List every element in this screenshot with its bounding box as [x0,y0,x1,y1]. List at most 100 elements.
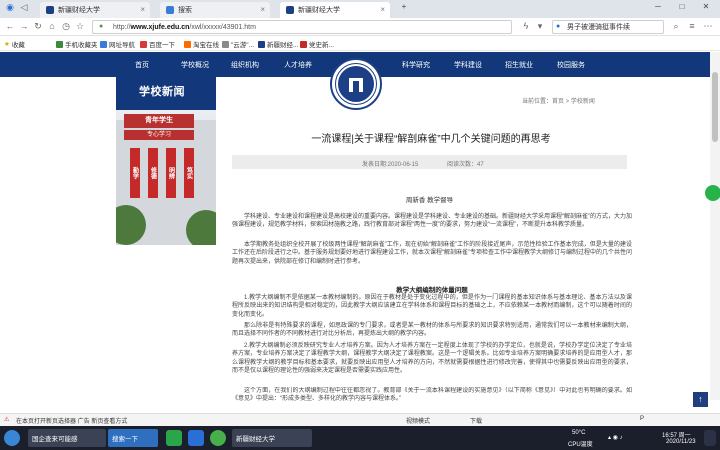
reload-icon[interactable]: ↻ [32,21,44,32]
minimize-button[interactable]: ─ [650,2,666,11]
video-mode-button[interactable]: 视频模式 [406,416,430,425]
search-input[interactable]: ● 男子被漫骑挺事件续 [552,20,664,34]
article-title: 一流课程|关于课程“解剖麻雀”中几个关键问题的再思考 [311,134,551,145]
taskbar-window-label: 国企查来可能感 [32,436,78,443]
bookmark-label: 新疆财经... [267,42,299,49]
photo-banner-vertical: 明辨 [166,148,176,198]
maximize-button[interactable]: □ [674,2,690,11]
photo-banner-vertical: 勤学 [130,148,140,198]
tab-label: 新疆财经大学 [58,7,100,14]
browser-icon[interactable] [188,430,204,446]
page-icon [300,40,307,48]
lightning-icon[interactable]: ϟ [520,21,532,31]
photo-banner-sub: 专心学习 [124,130,194,140]
home-icon[interactable]: ⌂ [46,21,58,31]
zoom-indicator[interactable]: P [640,416,644,422]
menu-icon[interactable]: ≡ [686,21,698,31]
bookmark-label: 手机收藏夹 [65,42,98,49]
bookmark-yunyou[interactable]: "云游"... [222,39,254,49]
publish-date: 发表日期:2020-06-15 [362,162,419,168]
taskbar-window-1[interactable]: 国企查来可能感 [28,429,106,447]
forward-icon[interactable]: → [18,21,30,31]
tab-xjufe-active[interactable]: 新疆财经大学 × [280,2,390,18]
nav-home[interactable]: 首页 [135,60,149,70]
tab-close-icon[interactable]: × [380,5,385,14]
status-ad-text[interactable]: 在本页打开新页选择器 广告 新页查看方式 [16,416,127,425]
nav-campus-services[interactable]: 校园服务 [557,60,585,70]
address-bar-row: ← → ↻ ⌂ ◷ ☆ ● http://www.xjufe.edu.cn/xw… [0,18,720,36]
tab-close-icon[interactable]: × [260,5,265,14]
tab-label: 新疆财经大学 [298,7,340,14]
folder-icon [56,40,63,48]
bookmark-taobao[interactable]: 淘宝在线 [184,39,219,49]
history-icon[interactable]: ◷ [60,21,72,32]
nav-research[interactable]: 科学研究 [402,60,430,70]
bookmark-mobile[interactable]: 手机收藏夹 [56,39,98,49]
bookmark-nav[interactable]: 网址导航 [100,39,135,49]
download-button[interactable]: 下载 [470,416,482,425]
article-subheading: 教学大纲编制的体量问题 [396,287,468,294]
tab-close-icon[interactable]: × [140,5,145,14]
article-paragraph: 这个方面，在我们的大纲编制过程中往往都忽视了。教育部《关于一流本科课程建设的实施… [232,388,632,403]
browser-logo-icon[interactable]: ◉ [4,2,16,13]
url-input[interactable]: ● http://www.xjufe.edu.cn/xwl/xxxxx/4390… [92,20,512,34]
article-paragraph: 2.教学大纲编制必须反映研究专业人才培养方案。因为人才培养方案在一定程度上体现了… [232,343,632,375]
close-window-button[interactable]: ✕ [698,2,714,11]
wechat-icon[interactable] [210,430,226,446]
nav-about[interactable]: 学校概况 [181,60,209,70]
tab-search[interactable]: 搜索 × [160,2,270,18]
back-page-icon[interactable]: ◁ [18,2,30,13]
nav-disciplines[interactable]: 学科建设 [454,60,482,70]
bookmark-label: 党史新... [309,42,334,49]
windows-taskbar: 国企查来可能感 搜索一下 新疆财经大学 50°C CPU温度 ▴ ◉ ♪ 16:… [0,426,720,450]
bookmark-label: 淘宝在线 [193,42,219,49]
nav-education[interactable]: 人才培养 [284,60,312,70]
tab-label: 搜索 [178,7,192,14]
app-icon[interactable] [166,430,182,446]
browser-tab-bar: ◉ ◁ 新疆财经大学 × 搜索 × 新疆财经大学 × + ─ □ ✕ [0,0,720,18]
nav-admissions[interactable]: 招生就业 [505,60,533,70]
photo-banner-vertical: 笃实 [184,148,194,198]
bookmark-label: 网址导航 [109,42,135,49]
bookmark-xjufe[interactable]: 新疆财经... [258,39,298,49]
clock-time[interactable]: 16:57 周一 [662,430,691,439]
dropdown-icon[interactable]: ▾ [534,21,546,32]
bookmark-label: 百度一下 [149,42,175,49]
new-tab-button[interactable]: + [396,2,412,11]
article-paragraph: 本学期教务处组织全校开展了校级两性课程“解剖麻雀”工作，现在初始“解剖麻雀”工作… [232,242,632,265]
nav-organization[interactable]: 组织机构 [231,60,259,70]
bookmark-baidu[interactable]: 百度一下 [140,39,175,49]
notification-icon[interactable] [704,430,716,446]
tab-xjufe-1[interactable]: 新疆财经大学 × [40,2,150,18]
star-icon[interactable]: ☆ [74,21,86,32]
search-favicon-icon [166,6,174,14]
emblem-inner [335,63,377,105]
floating-assistant-icon[interactable] [705,185,720,201]
globe-icon [100,40,107,48]
baidu-icon [140,40,147,48]
cpu-label: CPU温度 [568,442,593,448]
university-emblem-logo[interactable] [330,58,382,110]
search-icon[interactable]: ⌕ [670,21,682,32]
taskbar-window-label: 搜索一下 [112,436,138,443]
taobao-icon [184,40,191,48]
taskbar-window-2[interactable]: 搜索一下 [108,429,158,447]
windows-start-icon[interactable] [4,430,20,446]
tray-icons[interactable]: ▴ ◉ ♪ [608,434,623,441]
scroll-thumb[interactable] [712,72,718,142]
more-icon[interactable]: ⋯ [702,21,714,32]
bookmark-party[interactable]: 党史新... [300,39,334,49]
bookmark-favorites[interactable]: ★ 收藏 [4,39,25,49]
url-prefix: http:// [113,23,131,31]
cpu-temp: 50°C [572,430,586,436]
warning-icon: ⚠ [4,417,10,423]
page-scrollbar[interactable] [710,52,720,400]
back-to-top-button[interactable]: ↑ [693,392,708,407]
bookmarks-bar: ★ 收藏 手机收藏夹 网址导航 百度一下 淘宝在线 "云游"... 新疆财经...… [0,36,720,51]
back-icon[interactable]: ← [4,21,16,31]
taskbar-window-3[interactable]: 新疆财经大学 [232,429,312,447]
clock-date[interactable]: 2020/11/23 [666,439,696,445]
taskbar-window-label: 新疆财经大学 [236,436,275,443]
page-icon [222,40,229,48]
browser-status-bar: ⚠ 在本页打开新页选择器 广告 新页查看方式 视频模式 下载 P [0,413,720,426]
